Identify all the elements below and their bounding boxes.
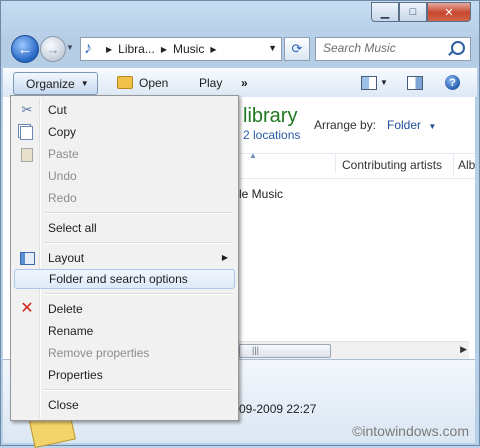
menu-item-label: Remove properties bbox=[48, 346, 150, 360]
more-commands-button[interactable]: » bbox=[241, 72, 248, 93]
layout-icon bbox=[20, 252, 35, 265]
paste-icon bbox=[21, 148, 33, 162]
menu-item-redo[interactable]: Redo bbox=[13, 188, 234, 208]
menu-item-paste[interactable]: Paste bbox=[13, 144, 234, 164]
library-title: library bbox=[243, 105, 298, 127]
arrange-by-dropdown[interactable]: Folder ▼ bbox=[387, 118, 436, 132]
change-view-icon[interactable] bbox=[361, 76, 377, 90]
back-arrow-icon[interactable]: ← bbox=[11, 35, 39, 63]
menu-item-label: Close bbox=[48, 398, 79, 412]
library-locations-link[interactable]: 2 locations bbox=[243, 128, 300, 142]
scissors-icon: ✂ bbox=[21, 102, 33, 117]
menu-item-remove-properties[interactable]: Remove properties bbox=[13, 343, 234, 363]
menu-separator bbox=[44, 242, 233, 244]
arrange-by-label: Arrange by: bbox=[314, 118, 377, 132]
menu-item-close[interactable]: Close bbox=[13, 395, 234, 415]
menu-item-rename[interactable]: Rename bbox=[13, 321, 234, 341]
menu-item-label: Delete bbox=[48, 302, 83, 316]
submenu-arrow-icon: ▶ bbox=[221, 253, 228, 262]
organize-menu: ✂ Cut Copy Paste Undo Redo Select all La… bbox=[10, 95, 239, 421]
address-bar[interactable]: ♪ ▶ Libra... ▶ Music ▶ ▼ bbox=[80, 37, 282, 61]
menu-item-layout[interactable]: Layout ▶ bbox=[13, 248, 234, 268]
close-icon[interactable]: ✕ bbox=[427, 2, 471, 22]
breadcrumb-arrow-icon: ▶ bbox=[210, 44, 217, 54]
menu-item-copy[interactable]: Copy bbox=[13, 122, 234, 142]
help-icon[interactable]: ? bbox=[445, 75, 460, 90]
folder-icon bbox=[117, 76, 133, 89]
chevron-down-icon: ▼ bbox=[80, 79, 89, 88]
breadcrumb-arrow-icon: ▶ bbox=[160, 44, 167, 54]
open-label: Open bbox=[139, 75, 169, 90]
maximize-icon[interactable]: □ bbox=[399, 2, 427, 22]
organize-label: Organize bbox=[26, 76, 75, 91]
minimize-icon[interactable]: ▁ bbox=[371, 2, 399, 22]
address-dropdown-icon[interactable]: ▼ bbox=[268, 43, 277, 53]
menu-item-label: Properties bbox=[48, 368, 103, 382]
sort-arrow-icon: ▲ bbox=[249, 151, 257, 160]
watermark: ©intowindows.com bbox=[352, 423, 469, 439]
breadcrumb-label: Libra... bbox=[118, 42, 155, 56]
delete-icon: ✕ bbox=[20, 300, 34, 317]
play-button[interactable]: Play bbox=[199, 72, 222, 93]
view-dropdown-icon[interactable]: ▼ bbox=[380, 78, 388, 87]
menu-separator bbox=[44, 212, 233, 214]
breadcrumb-end[interactable]: ▶ bbox=[210, 45, 222, 54]
menu-item-delete[interactable]: ✕ Delete bbox=[13, 299, 234, 319]
menu-item-label: Paste bbox=[48, 147, 79, 161]
search-box bbox=[315, 37, 471, 61]
menu-item-undo[interactable]: Undo bbox=[13, 166, 234, 186]
explorer-window: ▁ □ ✕ ← → ▼ ♪ ▶ Libra... ▶ Music ▶ ▼ ⟳ Org… bbox=[0, 0, 480, 448]
play-label: Play bbox=[199, 75, 223, 90]
menu-item-label: Layout bbox=[48, 251, 85, 265]
breadcrumb-arrow-icon: ▶ bbox=[106, 44, 113, 54]
arrange-by-value: Folder bbox=[387, 118, 422, 132]
horizontal-scrollbar[interactable]: ||| ▶ bbox=[239, 341, 469, 359]
menu-item-select-all[interactable]: Select all bbox=[13, 218, 234, 238]
music-note-icon: ♪ bbox=[84, 40, 92, 57]
breadcrumb-libraries[interactable]: ▶ Libra... bbox=[106, 42, 155, 56]
column-contributing-artists[interactable]: Contributing artists bbox=[335, 154, 442, 172]
copy-icon bbox=[20, 126, 33, 140]
breadcrumb-label: Music bbox=[173, 42, 205, 56]
menu-separator bbox=[44, 389, 233, 391]
refresh-icon[interactable]: ⟳ bbox=[284, 37, 310, 61]
chevron-down-icon: ▼ bbox=[428, 122, 437, 131]
search-icon[interactable] bbox=[451, 41, 465, 55]
scroll-right-icon[interactable]: ▶ bbox=[460, 344, 467, 355]
caption-buttons: ▁ □ ✕ bbox=[371, 2, 471, 22]
menu-item-label: Rename bbox=[48, 324, 94, 338]
menu-separator bbox=[44, 293, 233, 295]
column-album[interactable]: Alb bbox=[453, 154, 475, 176]
menu-item-properties[interactable]: Properties bbox=[13, 365, 234, 385]
search-input[interactable] bbox=[316, 38, 451, 58]
command-bar: Organize ▼ Open Play » ▼ ? bbox=[3, 68, 477, 98]
column-headers: ▲ Contributing artists Alb bbox=[239, 151, 475, 179]
open-button[interactable]: Open bbox=[117, 72, 168, 93]
breadcrumb-music[interactable]: ▶ Music bbox=[161, 42, 205, 56]
menu-item-label: Cut bbox=[48, 103, 67, 117]
forward-arrow-icon[interactable]: → bbox=[40, 36, 66, 62]
recent-pages-dropdown-icon[interactable]: ▼ bbox=[66, 43, 74, 52]
menu-item-label: Folder and search options bbox=[49, 272, 188, 286]
menu-item-label: Undo bbox=[48, 169, 77, 183]
more-label: » bbox=[241, 75, 248, 90]
menu-item-label: Redo bbox=[48, 191, 77, 205]
preview-pane-icon[interactable] bbox=[407, 76, 423, 90]
organize-button[interactable]: Organize ▼ bbox=[13, 72, 98, 95]
menu-item-label: Copy bbox=[48, 125, 77, 139]
menu-item-folder-and-search-options[interactable]: Folder and search options bbox=[14, 269, 235, 289]
date-modified: -09-2009 22:27 bbox=[235, 402, 317, 416]
grip-icon: ||| bbox=[252, 345, 260, 355]
menu-item-cut[interactable]: ✂ Cut bbox=[13, 100, 234, 120]
menu-item-label: Select all bbox=[48, 221, 97, 235]
list-item[interactable]: le Music bbox=[239, 187, 283, 201]
scrollbar-thumb[interactable]: ||| bbox=[239, 344, 331, 358]
